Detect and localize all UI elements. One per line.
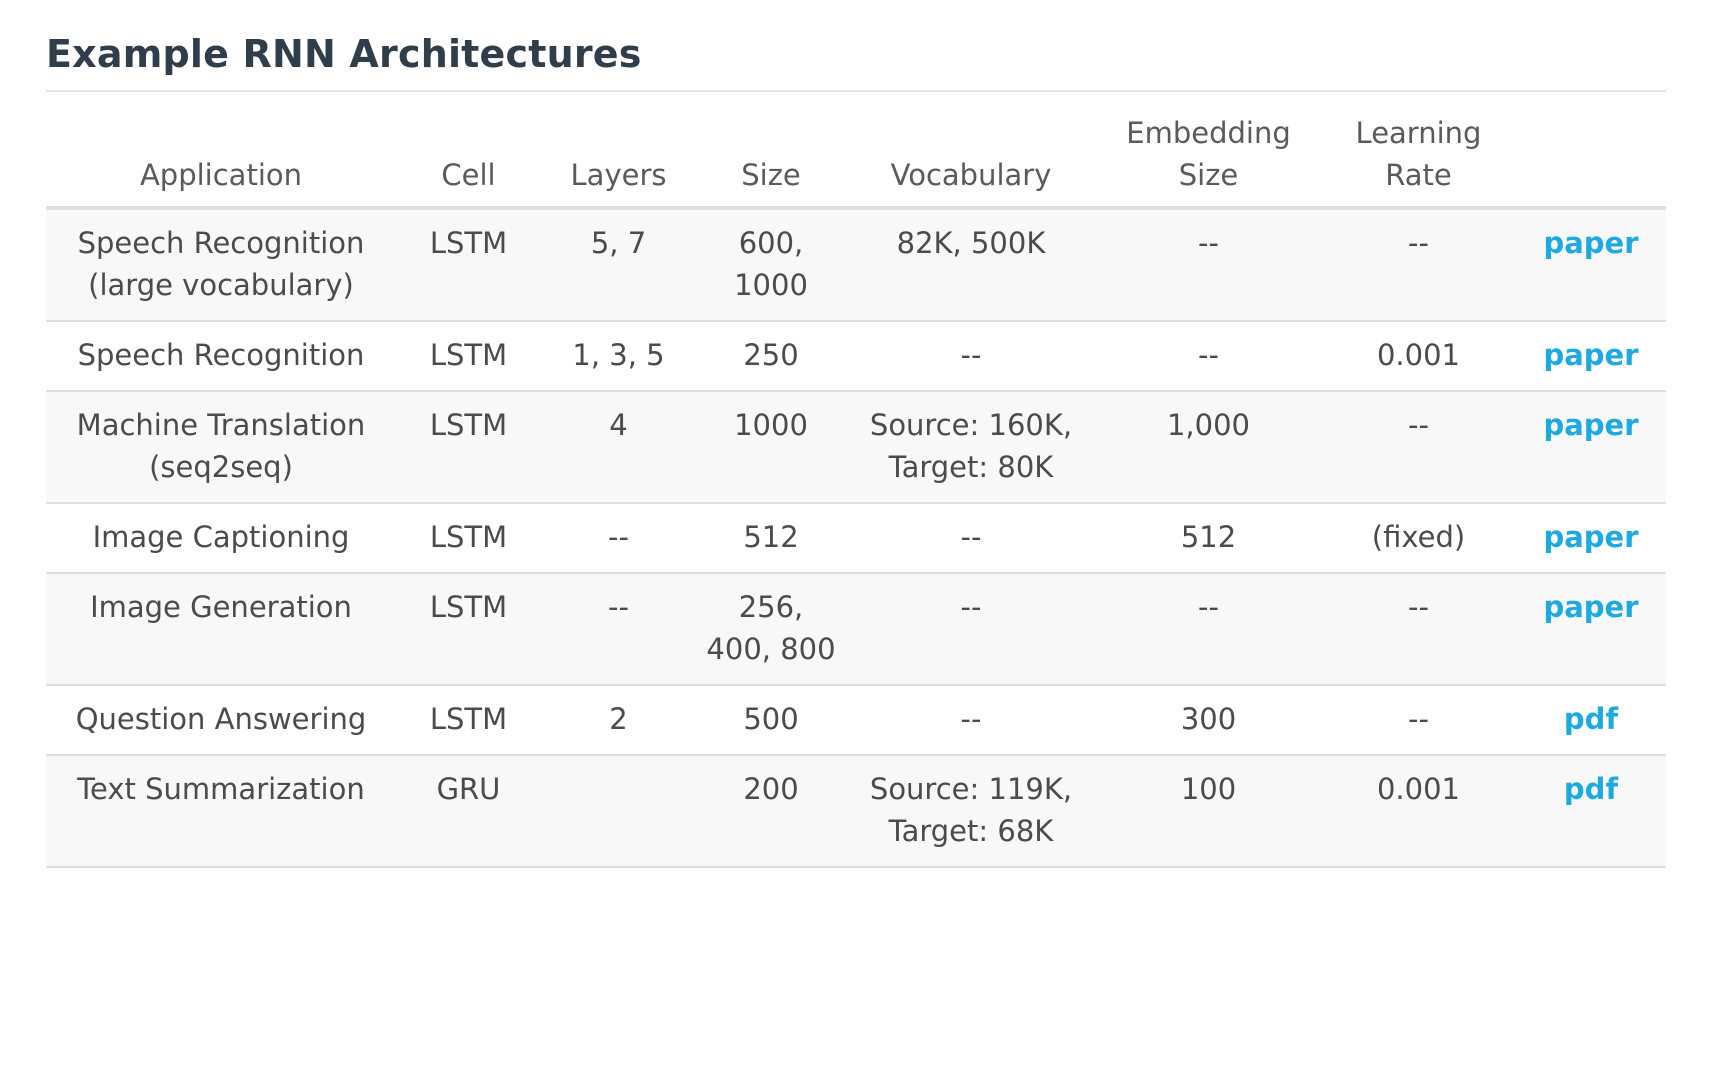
column-header-embedding-size: Embedding Size: [1096, 92, 1321, 210]
cell-layers: 2: [541, 685, 696, 756]
cell-size: 200: [696, 755, 846, 868]
cell-vocabulary: --: [846, 321, 1096, 392]
cell-reference: pdf: [1516, 685, 1666, 756]
cell-learning-rate: --: [1321, 573, 1516, 686]
cell-size: 1000: [696, 391, 846, 504]
cell-reference: paper: [1516, 321, 1666, 392]
cell-size: 500: [696, 685, 846, 756]
cell-application: Image Generation: [46, 573, 396, 686]
cell-learning-rate: --: [1321, 208, 1516, 322]
cell-size: 250: [696, 321, 846, 392]
column-header-size: Size: [696, 92, 846, 210]
cell-embedding-size: --: [1096, 208, 1321, 322]
column-header-reference: [1516, 92, 1666, 210]
column-header-layers: Layers: [541, 92, 696, 210]
cell-vocabulary: --: [846, 685, 1096, 756]
cell-embedding-size: 1,000: [1096, 391, 1321, 504]
cell-cell-type: LSTM: [396, 208, 541, 322]
cell-application: Speech Recognition (large vocabulary): [46, 208, 396, 322]
table-row: Image Captioning LSTM -- 512 -- 512 (fix…: [46, 503, 1666, 574]
pdf-link[interactable]: pdf: [1564, 702, 1618, 736]
cell-cell-type: GRU: [396, 755, 541, 868]
cell-learning-rate: (fixed): [1321, 503, 1516, 574]
cell-learning-rate: 0.001: [1321, 321, 1516, 392]
cell-cell-type: LSTM: [396, 573, 541, 686]
cell-embedding-size: 512: [1096, 503, 1321, 574]
paper-link[interactable]: paper: [1543, 338, 1638, 372]
cell-cell-type: LSTM: [396, 503, 541, 574]
page: Example RNN Architectures Application Ce…: [46, 0, 1666, 868]
cell-embedding-size: --: [1096, 573, 1321, 686]
cell-layers: 1, 3, 5: [541, 321, 696, 392]
cell-learning-rate: --: [1321, 685, 1516, 756]
paper-link[interactable]: paper: [1543, 408, 1638, 442]
header-row: Application Cell Layers Size Vocabulary …: [46, 92, 1666, 210]
cell-learning-rate: 0.001: [1321, 755, 1516, 868]
paper-link[interactable]: paper: [1543, 226, 1638, 260]
cell-cell-type: LSTM: [396, 321, 541, 392]
architectures-table: Application Cell Layers Size Vocabulary …: [46, 92, 1666, 868]
cell-cell-type: LSTM: [396, 685, 541, 756]
cell-learning-rate: --: [1321, 391, 1516, 504]
column-header-cell: Cell: [396, 92, 541, 210]
cell-reference: paper: [1516, 208, 1666, 322]
page-title: Example RNN Architectures: [46, 0, 1666, 92]
cell-vocabulary: --: [846, 573, 1096, 686]
cell-embedding-size: 100: [1096, 755, 1321, 868]
cell-vocabulary: Source: 160K, Target: 80K: [846, 391, 1096, 504]
pdf-link[interactable]: pdf: [1564, 772, 1618, 806]
cell-embedding-size: --: [1096, 321, 1321, 392]
cell-layers: --: [541, 503, 696, 574]
cell-embedding-size: 300: [1096, 685, 1321, 756]
table-row: Machine Translation (seq2seq) LSTM 4 100…: [46, 391, 1666, 504]
column-header-learning-rate: Learning Rate: [1321, 92, 1516, 210]
cell-layers: [541, 755, 696, 868]
cell-size: 256, 400, 800: [696, 573, 846, 686]
table-row: Speech Recognition (large vocabulary) LS…: [46, 208, 1666, 322]
cell-application: Image Captioning: [46, 503, 396, 574]
cell-vocabulary: --: [846, 503, 1096, 574]
cell-layers: 5, 7: [541, 208, 696, 322]
cell-size: 512: [696, 503, 846, 574]
cell-vocabulary: 82K, 500K: [846, 208, 1096, 322]
table-row: Question Answering LSTM 2 500 -- 300 -- …: [46, 685, 1666, 756]
cell-reference: pdf: [1516, 755, 1666, 868]
table-row: Text Summarization GRU 200 Source: 119K,…: [46, 755, 1666, 868]
cell-application: Machine Translation (seq2seq): [46, 391, 396, 504]
cell-layers: 4: [541, 391, 696, 504]
cell-reference: paper: [1516, 391, 1666, 504]
table-row: Speech Recognition LSTM 1, 3, 5 250 -- -…: [46, 321, 1666, 392]
cell-application: Question Answering: [46, 685, 396, 756]
cell-application: Speech Recognition: [46, 321, 396, 392]
column-header-vocabulary: Vocabulary: [846, 92, 1096, 210]
paper-link[interactable]: paper: [1543, 590, 1638, 624]
paper-link[interactable]: paper: [1543, 520, 1638, 554]
cell-vocabulary: Source: 119K, Target: 68K: [846, 755, 1096, 868]
cell-reference: paper: [1516, 503, 1666, 574]
cell-layers: --: [541, 573, 696, 686]
cell-application: Text Summarization: [46, 755, 396, 868]
table-row: Image Generation LSTM -- 256, 400, 800 -…: [46, 573, 1666, 686]
cell-size: 600, 1000: [696, 208, 846, 322]
column-header-application: Application: [46, 92, 396, 210]
cell-reference: paper: [1516, 573, 1666, 686]
cell-cell-type: LSTM: [396, 391, 541, 504]
